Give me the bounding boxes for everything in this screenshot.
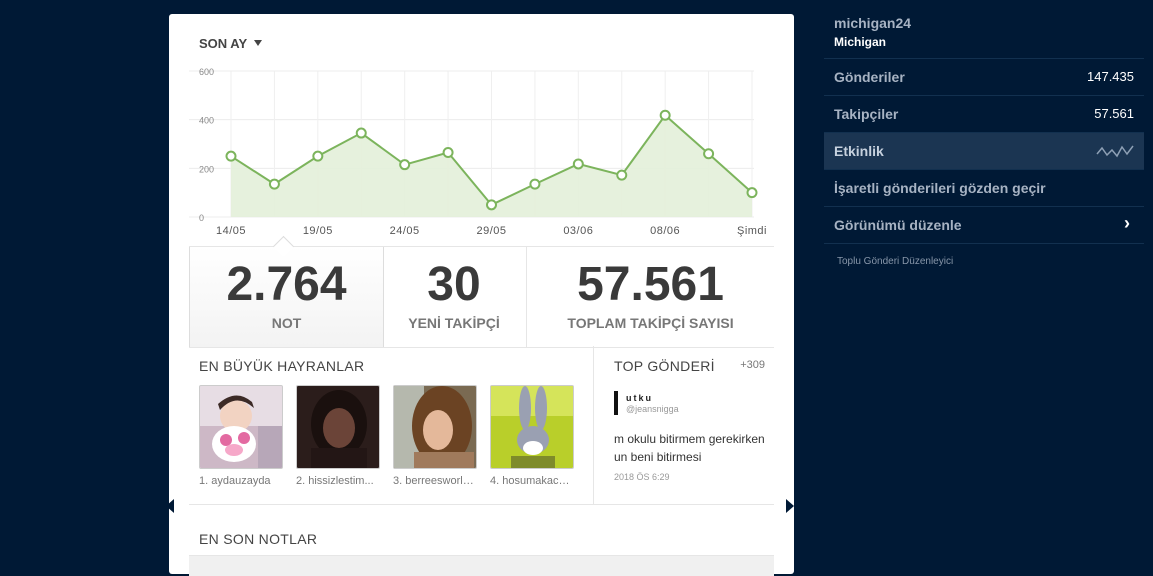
chart-point — [746, 187, 758, 199]
recent-notes-title: EN SON NOTLAR — [199, 531, 318, 547]
sidebar-item-label: Gönderiler — [834, 69, 905, 85]
top-fans-title: EN BÜYÜK HAYRANLAR — [199, 358, 365, 374]
y-tick-label: 600 — [199, 67, 214, 77]
stat-notes[interactable]: 2.764 NOT — [189, 235, 384, 347]
sidebar-item-label: İşaretli gönderileri gözden geçir — [834, 180, 1046, 196]
sidebar-item-label: Etkinlik — [834, 143, 884, 159]
x-tick-label: 19/05 — [303, 225, 333, 237]
post-text[interactable]: m okulu bitirmem gerekirken un beni biti… — [614, 430, 774, 466]
fan-name: 1. aydauzayda — [199, 475, 271, 487]
fan-avatar-image — [200, 386, 282, 468]
fan-avatar[interactable] — [199, 385, 283, 469]
post-time: 2018 ÖS 6:29 — [614, 472, 670, 482]
x-tick-label: 03/06 — [563, 225, 593, 237]
sidebar-item-posts[interactable]: Gönderiler 147.435 — [824, 58, 1144, 95]
fan-avatar-image — [491, 386, 573, 468]
x-tick-label: 14/05 — [216, 225, 246, 237]
fan-avatar-image — [394, 386, 476, 468]
stat-total-followers[interactable]: 57.561 TOPLAM TAKİPÇİ SAYISI — [527, 247, 774, 347]
activity-sparkline-icon — [1096, 145, 1134, 158]
chart-point — [355, 127, 367, 139]
stat-new-followers-label: YENİ TAKİPÇİ — [408, 315, 500, 331]
card-notch-right — [786, 499, 794, 513]
fan-avatar[interactable] — [393, 385, 477, 469]
chart-point — [572, 158, 584, 170]
stat-total-followers-value: 57.561 — [577, 258, 724, 311]
top-post-section: TOP GÖNDERİ +309 utku @jeansnigga m okul… — [593, 346, 775, 504]
x-tick-label: 29/05 — [476, 225, 506, 237]
x-tick-label: Şimdi — [737, 225, 767, 237]
section-divider — [189, 504, 774, 505]
top-post-count: +309 — [740, 359, 765, 371]
blog-title[interactable]: Michigan — [834, 35, 886, 49]
fan-name: 4. hosumakactii... — [490, 475, 572, 487]
fan-avatar[interactable] — [490, 385, 574, 469]
post-user[interactable]: utku — [626, 393, 653, 403]
card-notch-left — [166, 499, 174, 513]
sidebar-item-activity[interactable]: Etkinlik — [824, 132, 1144, 169]
stat-notes-value: 2.764 — [226, 258, 347, 311]
sidebar-item-count: 57.561 — [1094, 106, 1134, 121]
chart-point — [529, 178, 541, 190]
sidebar-divider — [824, 243, 1144, 244]
sidebar-item-flagged[interactable]: İşaretli gönderileri gözden geçir — [824, 169, 1144, 206]
sidebar-item-count: 147.435 — [1087, 69, 1134, 84]
top-fans-section: EN BÜYÜK HAYRANLAR 1. aydauzayda 2. hiss… — [189, 346, 593, 504]
chart-point — [312, 150, 324, 162]
chart-point — [616, 169, 628, 181]
recent-notes-list — [189, 555, 774, 576]
fan-item[interactable]: 2. hissizlestim... — [296, 385, 380, 487]
chevron-right-icon: › — [1124, 213, 1130, 233]
chart-point — [486, 199, 497, 211]
dropdown-caret-icon — [254, 40, 263, 46]
y-tick-label: 0 — [199, 213, 204, 223]
x-tick-label: 08/06 — [650, 225, 680, 237]
mass-post-editor-link[interactable]: Toplu Gönderi Düzenleyici — [837, 256, 953, 267]
activity-chart: 0 200 400 600 14/05 19/05 24/05 29/05 03/06 08/06… — [189, 64, 774, 249]
chart-point — [659, 109, 671, 121]
activity-card: SON AY 0 200 400 600 14/05 19/05 24/05 29/05 03/… — [169, 14, 794, 576]
top-post-title: TOP GÖNDERİ — [614, 358, 715, 374]
y-tick-label: 400 — [199, 116, 214, 126]
stat-new-followers[interactable]: 30 YENİ TAKİPÇİ — [383, 247, 525, 347]
sidebar-item-followers[interactable]: Takipçiler 57.561 — [824, 95, 1144, 132]
stat-new-followers-value: 30 — [427, 258, 481, 311]
blog-name[interactable]: michigan24 — [834, 15, 911, 31]
activity-chart-svg: 0 200 400 600 14/05 19/05 24/05 29/05 03/06 08/06… — [189, 67, 767, 237]
x-tick-label: 24/05 — [390, 225, 420, 237]
chart-point — [703, 148, 715, 160]
stats-row: 2.764 NOT 30 YENİ TAKİPÇİ 57.561 TOPLAM … — [189, 235, 774, 348]
chart-point — [225, 150, 237, 162]
sidebar-item-edit-appearance[interactable]: Görünümü düzenle › — [824, 206, 1144, 243]
post-handle: @jeansnigga — [626, 404, 679, 414]
sidebar-item-label: Takipçiler — [834, 106, 899, 122]
sidebar-item-label: Görünümü düzenle — [834, 217, 962, 233]
chart-point — [399, 159, 411, 171]
stat-notes-label: NOT — [271, 315, 302, 331]
chart-point — [442, 147, 454, 159]
fan-item[interactable]: 1. aydauzayda — [199, 385, 283, 487]
period-dropdown[interactable]: SON AY — [199, 36, 263, 51]
period-label: SON AY — [199, 36, 248, 51]
stat-total-followers-label: TOPLAM TAKİPÇİ SAYISI — [567, 315, 734, 331]
fan-avatar-image — [297, 386, 379, 468]
fan-name: 3. berreesworld... — [393, 475, 475, 487]
fan-item[interactable]: 4. hosumakactii... — [490, 385, 574, 487]
chart-point — [268, 178, 280, 190]
post-avatar[interactable] — [614, 391, 618, 415]
fan-item[interactable]: 3. berreesworld... — [393, 385, 477, 487]
y-tick-label: 200 — [199, 164, 214, 174]
fan-name: 2. hissizlestim... — [296, 475, 374, 487]
fan-avatar[interactable] — [296, 385, 380, 469]
